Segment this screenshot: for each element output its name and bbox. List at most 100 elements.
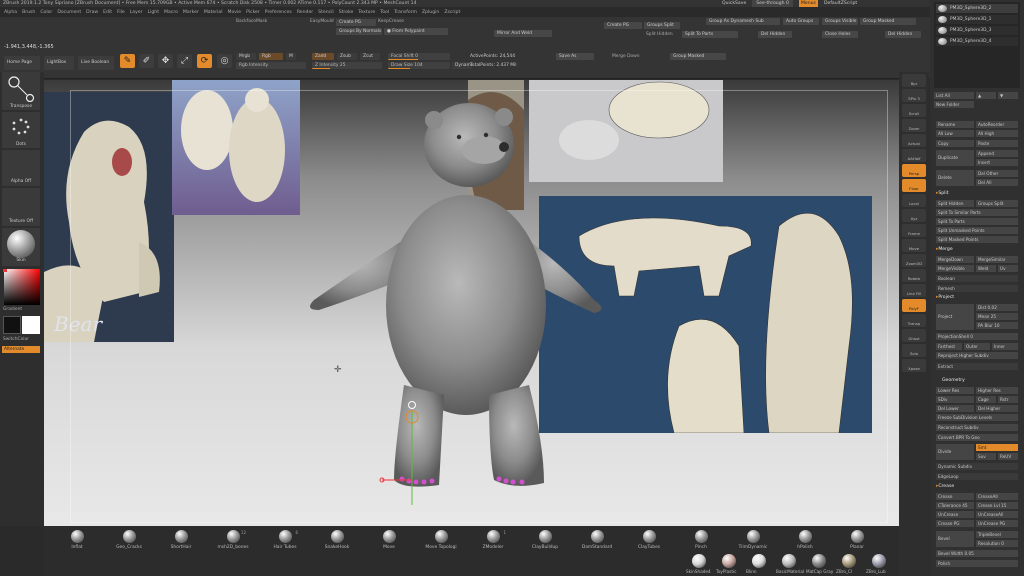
reproject-higher-button[interactable]: Reproject Higher Subdiv xyxy=(936,352,1018,359)
menu-layer[interactable]: Layer xyxy=(130,8,143,17)
resolution-slider[interactable]: Resolution 0 xyxy=(976,540,1018,547)
projection-shell-slider[interactable]: ProjectionShell 0 xyxy=(936,333,1018,340)
all-low-button[interactable]: All Low xyxy=(936,130,974,137)
copy-button[interactable]: Copy xyxy=(936,140,974,147)
split-hidden-button[interactable]: Split Hidden xyxy=(646,32,673,37)
split-hidden-button[interactable]: Split Hidden xyxy=(936,200,974,207)
shelf-rotate-button[interactable]: Rotate xyxy=(902,269,926,282)
subtool-item[interactable]: PM3D_Sphere3D_2 xyxy=(936,4,1018,13)
brush-snakehook[interactable]: SnakeHook xyxy=(312,530,362,550)
farthest-button[interactable]: Farthest xyxy=(936,343,962,350)
live-boolean-button[interactable]: Live Boolean xyxy=(78,56,114,70)
quicksave-button[interactable]: QuickSave xyxy=(722,0,746,7)
color-picker[interactable] xyxy=(4,269,40,305)
texture-slot[interactable]: Texture Off xyxy=(2,188,40,226)
extract-header[interactable]: Extract xyxy=(936,363,1018,370)
brush-claybuildup[interactable]: ClayBuildup xyxy=(520,530,570,550)
lower-res-button[interactable]: Lower Res xyxy=(936,387,974,394)
groups-visible-button[interactable]: Groups Visible xyxy=(822,18,858,25)
split-to-parts-button[interactable]: Split To Parts xyxy=(936,218,1018,225)
shelf-solo-button[interactable]: Solo xyxy=(902,344,926,357)
menu-document[interactable]: Document xyxy=(57,8,81,17)
zsub-button[interactable]: Zsub xyxy=(337,53,357,60)
shelf-aahalf-button[interactable]: AAHalf xyxy=(902,149,926,162)
auto-reorder-button[interactable]: AutoReorder xyxy=(976,121,1018,128)
brush-trimdynamic[interactable]: TrimDynamic xyxy=(728,530,778,550)
rename-button[interactable]: Rename xyxy=(936,121,974,128)
uncrease-pg-button[interactable]: UnCrease PG xyxy=(976,520,1018,527)
menu-render[interactable]: Render xyxy=(297,8,313,17)
brush-geo-cracks[interactable]: Geo_Cracks xyxy=(104,530,154,550)
menu-zplugin[interactable]: Zplugin xyxy=(422,8,439,17)
groups-split-button[interactable]: Groups Split xyxy=(644,22,680,29)
menu-stroke[interactable]: Stroke xyxy=(339,8,354,17)
uncrease-button[interactable]: UnCrease xyxy=(936,511,974,518)
shelf-polyf-button[interactable]: PolyF xyxy=(902,299,926,312)
merge-down-button[interactable]: MergeDown xyxy=(936,256,974,263)
keep-creases-button[interactable]: KeepCrease xyxy=(378,19,404,24)
menu-marker[interactable]: Marker xyxy=(183,8,199,17)
menu-movie[interactable]: Movie xyxy=(227,8,241,17)
merge-similar-button[interactable]: MergeSimilar xyxy=(976,256,1018,263)
brush-pinch[interactable]: Pinch xyxy=(676,530,726,550)
menu-transform[interactable]: Transform xyxy=(394,8,417,17)
bevel-button[interactable]: Bevel xyxy=(936,531,974,547)
primary-color-swatch[interactable] xyxy=(3,316,21,334)
m-button[interactable]: M xyxy=(286,53,296,60)
brush-zmodeler[interactable]: ZModeler 1 xyxy=(468,530,518,550)
uncrease-all-button[interactable]: UnCreaseAll xyxy=(976,511,1018,518)
subtool-item[interactable]: PM3D_Sphere3D_4 xyxy=(936,37,1018,46)
bevel-width-slider[interactable]: Bevel Width 0.05 xyxy=(936,550,1018,557)
edit-button[interactable]: ✎ xyxy=(120,54,135,68)
shelf-local-button[interactable]: Local xyxy=(902,194,926,207)
merge-down-button[interactable]: Merge Down xyxy=(612,54,640,59)
zadd-button[interactable]: Zadd xyxy=(312,53,334,60)
polish-slider[interactable]: Polish xyxy=(936,560,1018,567)
merge-section-header[interactable]: ▸Merge xyxy=(936,247,953,252)
menu-material[interactable]: Material xyxy=(204,8,223,17)
shelf-move-button[interactable]: Move xyxy=(902,239,926,252)
shelf-persp-button[interactable]: Persp xyxy=(902,164,926,177)
move-button[interactable]: ✥ xyxy=(158,54,173,68)
down-arrow-button[interactable]: ▼ xyxy=(998,92,1018,99)
smt-toggle[interactable]: Smt xyxy=(976,444,1018,451)
zcut-button[interactable]: Zcut xyxy=(360,53,380,60)
z-intensity-slider[interactable]: Z Intensity 25 xyxy=(312,62,382,69)
scale-button[interactable]: ⤢ xyxy=(177,54,192,68)
draw-button[interactable]: ✐ xyxy=(139,54,154,68)
shelf-floor-button[interactable]: Floor xyxy=(902,179,926,192)
shelf-ghost-button[interactable]: Ghost xyxy=(902,329,926,342)
material-swatch[interactable] xyxy=(752,554,766,568)
list-all-button[interactable]: List All xyxy=(934,92,974,99)
suv-toggle[interactable]: Suv xyxy=(976,453,996,460)
canvas-viewport[interactable]: Bear ✛ xyxy=(44,80,899,526)
shelf-scroll-button[interactable]: Scroll xyxy=(902,104,926,117)
del-lower-button[interactable]: Del Lower xyxy=(936,405,974,412)
boolean-header[interactable]: Boolean xyxy=(936,275,1018,282)
shelf-spix-3-button[interactable]: SPix 3 xyxy=(902,89,926,102)
group-masked-button[interactable]: Group Masked xyxy=(670,53,726,60)
higher-res-button[interactable]: Higher Res xyxy=(976,387,1018,394)
alpha-slot[interactable]: Alpha Off xyxy=(2,150,40,186)
auto-groups-button[interactable]: Auto Groups xyxy=(783,18,819,25)
inner-button[interactable]: Inner xyxy=(992,343,1018,350)
menu-brush[interactable]: Brush xyxy=(22,8,35,17)
del-higher-button[interactable]: Del Higher xyxy=(976,405,1018,412)
material-swatch[interactable] xyxy=(842,554,856,568)
rstr-button[interactable]: Rstr xyxy=(998,396,1018,403)
brush-hpolish[interactable]: hPolish xyxy=(780,530,830,550)
shelf-xyz-button[interactable]: Xyz xyxy=(902,209,926,222)
subtool-item[interactable]: PM3D_Sphere3D_1 xyxy=(936,15,1018,24)
material-swatch[interactable] xyxy=(692,554,706,568)
reconstruct-subdiv-button[interactable]: Reconstruct Subdiv xyxy=(936,424,1018,431)
transp-button[interactable]: ◎ xyxy=(217,54,232,68)
split-section-header[interactable]: ▸Split xyxy=(936,191,949,196)
gradient-label[interactable]: Gradient xyxy=(3,307,22,312)
ctolerance-slider[interactable]: CTolerance 45 xyxy=(936,502,974,509)
save-as-button[interactable]: Save As xyxy=(556,53,594,60)
brush-hair-tubes[interactable]: Hair Tubes 6 xyxy=(260,530,310,550)
create-pg-button[interactable]: Create PG xyxy=(336,19,376,26)
divide-button[interactable]: Divide xyxy=(936,444,974,460)
menu-preferences[interactable]: Preferences xyxy=(265,8,292,17)
brush-move-topologi[interactable]: Move Topologi xyxy=(416,530,466,550)
